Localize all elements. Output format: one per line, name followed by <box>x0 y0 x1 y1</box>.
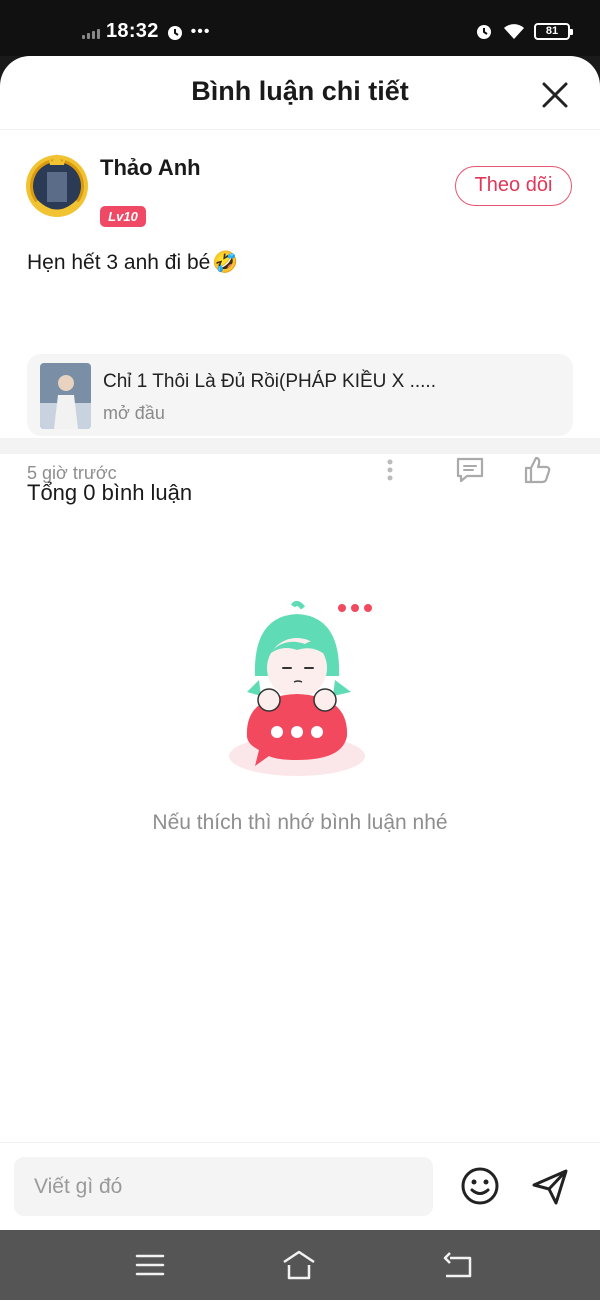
alarm-icon <box>167 25 182 40</box>
post: Thảo Anh Lv10 Theo dõi Hẹn hết 3 anh đi … <box>0 130 600 484</box>
alarm-icon <box>477 25 491 39</box>
follow-button[interactable]: Theo dõi <box>455 166 572 206</box>
status-bar: 18:32 ••• 81 <box>0 0 600 56</box>
comment-input-bar <box>0 1142 600 1230</box>
laughing-emoji-icon: 🤣 <box>212 251 239 274</box>
avatar[interactable] <box>22 148 92 218</box>
home-icon[interactable] <box>282 1248 316 1282</box>
total-comments-label: Tổng 0 bình luận <box>27 480 193 505</box>
user-name[interactable]: Thảo Anh <box>100 155 201 181</box>
comment-detail-sheet: Bình luận chi tiết Thảo Anh Lv10 Theo dõ… <box>0 56 600 1230</box>
song-title: Chỉ 1 Thôi Là Đủ Rồi(PHÁP KIỀU X ..... <box>103 371 436 392</box>
comment-input[interactable] <box>14 1157 433 1216</box>
page-title: Bình luận chi tiết <box>191 76 409 106</box>
song-card[interactable]: Chỉ 1 Thôi Là Đủ Rồi(PHÁP KIỀU X ..... m… <box>27 354 573 436</box>
sheet-header: Bình luận chi tiết <box>0 56 600 130</box>
back-icon[interactable] <box>440 1248 474 1282</box>
section-divider <box>0 438 600 454</box>
wifi-icon <box>504 24 524 39</box>
send-icon[interactable] <box>528 1165 572 1209</box>
signal-icon <box>82 25 100 39</box>
post-text-content: Hẹn hết 3 anh đi bé <box>27 251 211 274</box>
level-badge: Lv10 <box>100 206 146 227</box>
battery-icon: 81 <box>534 22 573 40</box>
comment-icon[interactable] <box>455 455 485 485</box>
system-navigation-bar <box>0 1230 600 1300</box>
like-icon[interactable] <box>522 455 552 485</box>
empty-state-illustration <box>229 600 372 776</box>
empty-state-text: Nếu thích thì nhớ bình luận nhé <box>152 811 448 834</box>
song-thumbnail <box>40 363 91 429</box>
more-icon[interactable] <box>380 455 400 485</box>
emoji-icon[interactable] <box>459 1165 501 1207</box>
menu-icon[interactable] <box>133 1248 167 1282</box>
post-text: Hẹn hết 3 anh đi bé 🤣 <box>27 251 238 275</box>
song-subtitle: mở đầu <box>103 403 165 423</box>
close-icon[interactable] <box>540 80 570 110</box>
more-status-icon: ••• <box>190 22 211 40</box>
status-time: 18:32 <box>106 20 159 42</box>
